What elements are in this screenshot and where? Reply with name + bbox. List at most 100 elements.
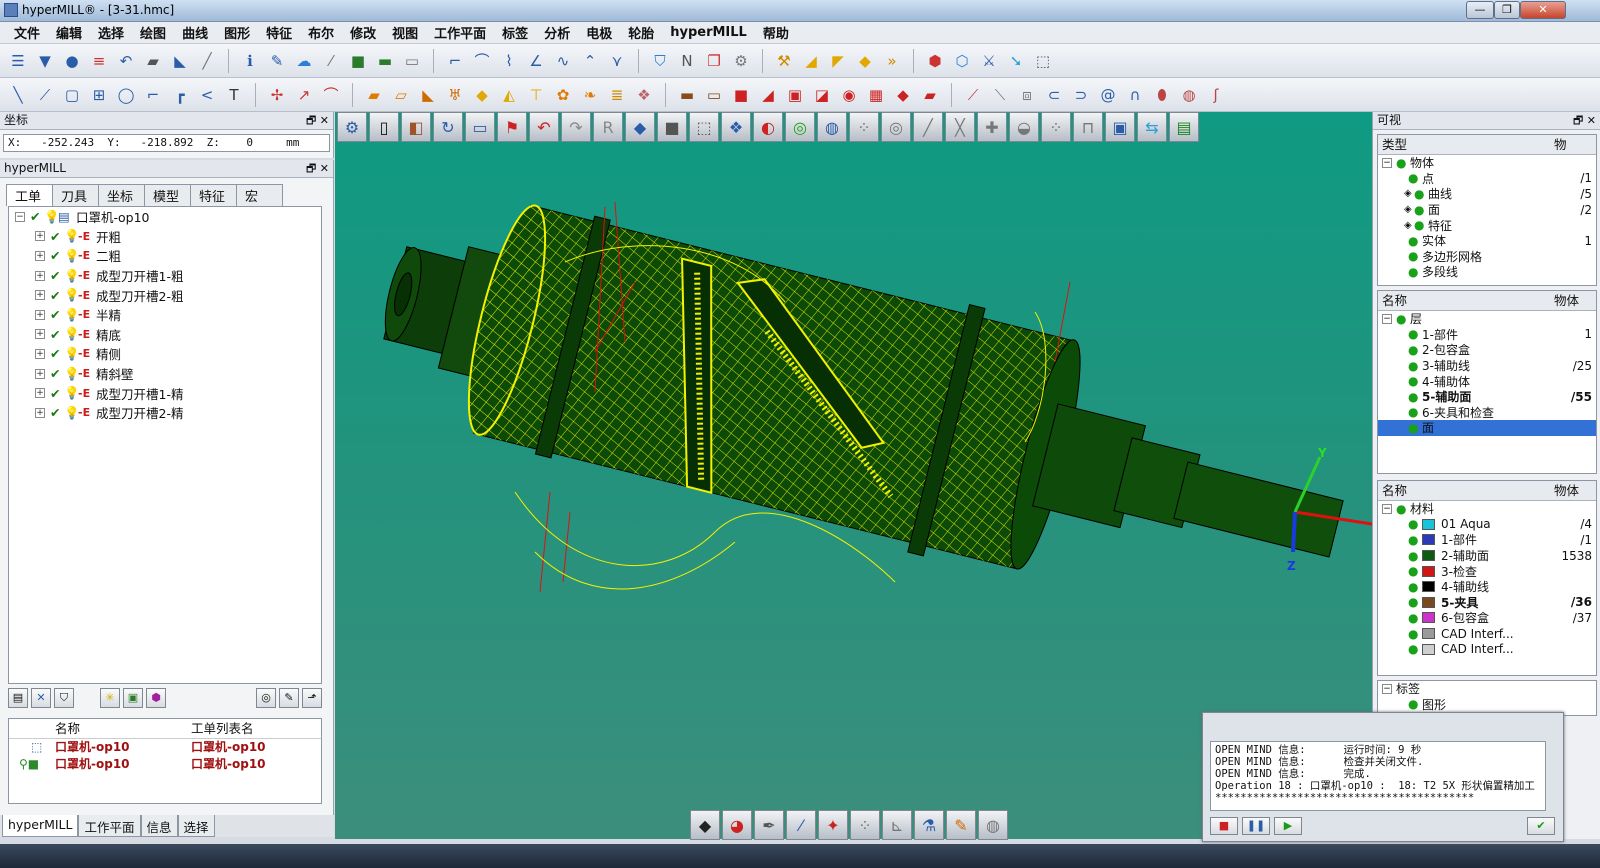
gear-icon[interactable]: ⚙ <box>337 112 367 142</box>
wedge-orange-icon[interactable]: ◣ <box>416 83 440 107</box>
marker-icon[interactable]: ✎ <box>946 810 976 840</box>
tree-operation-row[interactable]: + ✔ 💡 -Ε 精侧 <box>9 344 321 364</box>
pin-icon[interactable]: ● <box>1408 642 1422 656</box>
object-type-row[interactable]: ● 实体 1 <box>1378 233 1596 249</box>
circle-target-icon[interactable]: ◎ <box>881 112 911 142</box>
tab-workplane[interactable]: 工作平面 <box>78 815 141 837</box>
hat-icon[interactable]: ⌃ <box>578 49 602 73</box>
step-icon[interactable]: ⌐ <box>141 83 165 107</box>
tree-operation-row[interactable]: + ✔ 💡 -Ε 开粗 <box>9 227 321 247</box>
material-row[interactable]: ● CAD Interf... <box>1378 641 1596 657</box>
check-icon[interactable]: ✔ <box>50 229 64 244</box>
pin-icon[interactable]: ● <box>1408 421 1422 435</box>
wand-icon[interactable]: ╱ <box>195 49 219 73</box>
check-icon[interactable]: ✔ <box>30 209 44 224</box>
flower-icon[interactable]: ✿ <box>551 83 575 107</box>
tree-operation-row[interactable]: + ✔ 💡 -Ε 精斜壁 <box>9 364 321 384</box>
pin-icon[interactable]: ● <box>1408 374 1422 388</box>
reload-icon[interactable]: R <box>593 112 623 142</box>
flask-icon[interactable]: ⚗ <box>914 810 944 840</box>
pencil-icon[interactable]: ✎ <box>265 49 289 73</box>
menu-shape[interactable]: 图形 <box>216 23 258 42</box>
tab-tools[interactable]: 刀具 <box>52 184 99 206</box>
tab-models[interactable]: 模型 <box>144 184 191 206</box>
tree-operation-row[interactable]: + ✔ 💡 -Ε 成型刀开槽1-粗 <box>9 266 321 286</box>
check-icon[interactable]: ✔ <box>50 327 64 342</box>
expand-icon[interactable]: + <box>35 250 45 261</box>
restore-button[interactable]: ❐ <box>1494 1 1520 19</box>
expand-icon[interactable]: + <box>35 407 45 418</box>
diamond-expand-icon[interactable]: ◈ <box>1404 220 1414 231</box>
material-row[interactable]: ● 1-部件/1 <box>1378 532 1596 548</box>
wireframe-icon[interactable]: ⬚ <box>689 112 719 142</box>
collapse-icon[interactable]: − <box>1382 503 1392 514</box>
undo-icon[interactable]: ↶ <box>114 49 138 73</box>
tree-job-row[interactable]: − ✔ 💡 ▤ 口罩机-op10 <box>9 207 321 227</box>
rect-icon[interactable]: ▢ <box>60 83 84 107</box>
tree-operation-row[interactable]: + ✔ 💡 -Ε 精底 <box>9 325 321 345</box>
dots-icon[interactable]: ⁘ <box>849 112 879 142</box>
arch-icon[interactable]: ∩ <box>1123 83 1147 107</box>
s-curve-icon[interactable]: ʃ <box>1204 83 1228 107</box>
tags-child[interactable]: ● 图形 <box>1378 697 1596 713</box>
menu-tag[interactable]: 标签 <box>494 23 536 42</box>
material-row[interactable]: ● 3-检查 <box>1378 563 1596 579</box>
collapse-icon[interactable]: − <box>1382 157 1392 168</box>
hammer-icon[interactable]: ⚒ <box>772 49 796 73</box>
expand-icon[interactable]: + <box>35 270 45 281</box>
materials-root[interactable]: − ● 材料 <box>1378 501 1596 517</box>
plate-icon[interactable]: ▬ <box>373 49 397 73</box>
job-list-row[interactable]: ⚲■ 口罩机-op10 口罩机-op10 <box>9 756 321 773</box>
filter-icon[interactable]: ⛉ <box>54 688 74 708</box>
expand-icon[interactable]: + <box>35 329 45 340</box>
brush-icon[interactable]: ⁄ <box>319 49 343 73</box>
expand-icon[interactable]: + <box>35 290 45 301</box>
objects-root[interactable]: − ● 物体 <box>1378 155 1596 171</box>
expand-icon[interactable]: + <box>35 309 45 320</box>
slab2-icon[interactable]: ▭ <box>702 83 726 107</box>
chamfer-icon[interactable]: ⟍ <box>988 83 1012 107</box>
material-row[interactable]: ● 2-辅助面 1538 <box>1378 548 1596 564</box>
tab-select[interactable]: 选择 <box>177 815 215 837</box>
layer-row[interactable]: ● 5-辅助面/55 <box>1378 389 1596 405</box>
pin-icon[interactable]: ● <box>1408 517 1422 531</box>
menu-tire[interactable]: 轮胎 <box>620 23 662 42</box>
minimize-button[interactable]: — <box>1466 1 1494 19</box>
target-icon[interactable]: ⊞ <box>87 83 111 107</box>
angle-icon[interactable]: ∠ <box>524 49 548 73</box>
block-icon[interactable]: ◆ <box>853 49 877 73</box>
menu-modify[interactable]: 修改 <box>342 23 384 42</box>
solid-cube-icon[interactable]: ■ <box>657 112 687 142</box>
layer-row[interactable]: ● 面 <box>1378 420 1596 436</box>
ring-green-icon[interactable]: ◎ <box>785 112 815 142</box>
pin-icon[interactable]: ● <box>1396 156 1410 170</box>
bracket-icon[interactable]: ⊓ <box>1073 112 1103 142</box>
check-icon[interactable]: ✔ <box>50 268 64 283</box>
stripes-icon[interactable]: ≣ <box>605 83 629 107</box>
pin-icon[interactable]: ● <box>1408 171 1422 185</box>
menu-draw[interactable]: 绘图 <box>132 23 174 42</box>
layer-row[interactable]: ● 1-部件 1 <box>1378 327 1596 343</box>
shield-icon[interactable]: ⬢ <box>923 49 947 73</box>
bulb-icon[interactable]: 💡 <box>64 287 80 303</box>
expand-icon[interactable]: + <box>35 388 45 399</box>
cup-icon[interactable]: ♅ <box>443 83 467 107</box>
circle-icon[interactable]: ◯ <box>114 83 138 107</box>
material-row[interactable]: ● 01 Aqua/4 <box>1378 517 1596 533</box>
menu-file[interactable]: 文件 <box>6 23 48 42</box>
less-icon[interactable]: < <box>195 83 219 107</box>
sphere-color-icon[interactable]: ◐ <box>753 112 783 142</box>
menu-analysis[interactable]: 分析 <box>536 23 578 42</box>
diamond-icon[interactable]: ◆ <box>470 83 494 107</box>
bulb-icon[interactable]: 💡 <box>64 268 80 284</box>
material-row[interactable]: ● 4-辅助线 <box>1378 579 1596 595</box>
roof-icon[interactable]: ◭ <box>497 83 521 107</box>
save-green-icon[interactable]: ▤ <box>1169 112 1199 142</box>
cshape-icon[interactable]: ⊂ <box>1042 83 1066 107</box>
box-icon[interactable]: ▭ <box>400 49 424 73</box>
pin-icon[interactable]: ● <box>1414 203 1428 217</box>
cube-icon[interactable]: ■ <box>346 49 370 73</box>
red-tile-icon[interactable]: ◪ <box>810 83 834 107</box>
pin-icon[interactable]: ● <box>1408 234 1422 248</box>
material-row[interactable]: ● CAD Interf... <box>1378 626 1596 642</box>
